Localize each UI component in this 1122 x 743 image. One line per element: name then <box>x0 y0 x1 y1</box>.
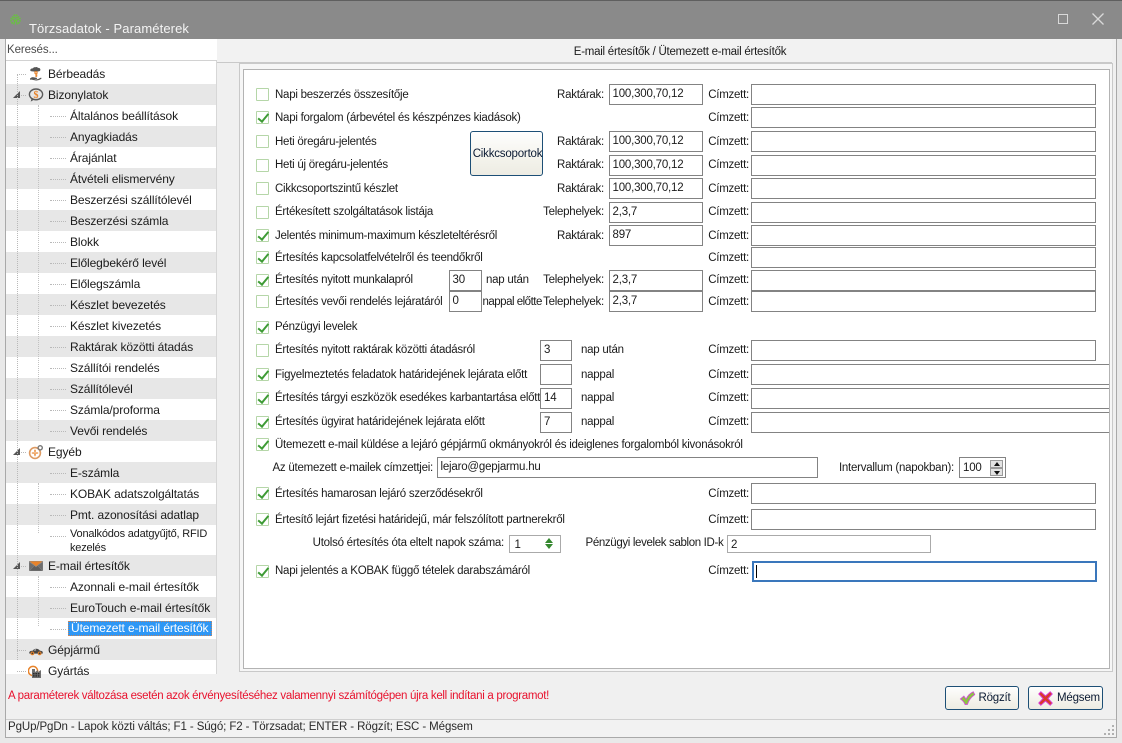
svg-text:$: $ <box>34 89 39 100</box>
